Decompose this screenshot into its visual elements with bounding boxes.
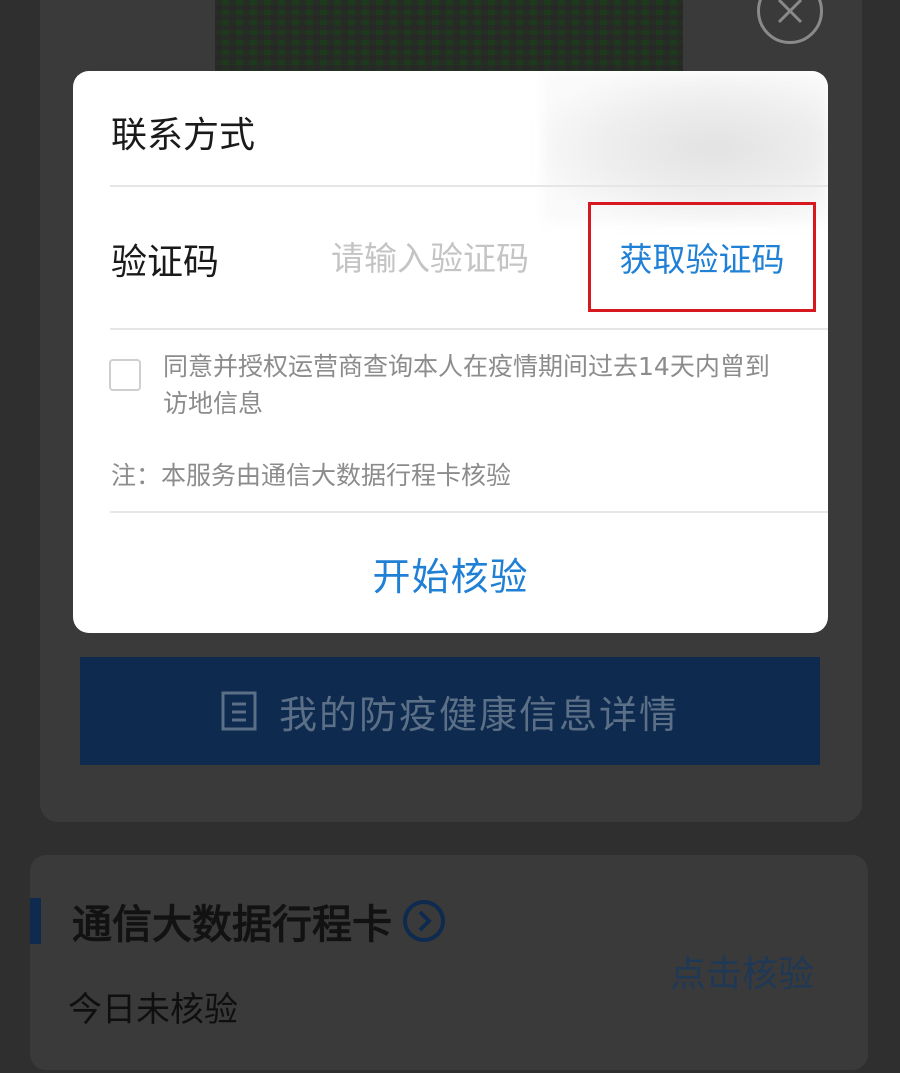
close-button[interactable]: [757, 0, 823, 44]
health-info-label: 我的防疫健康信息详情: [278, 692, 679, 737]
get-code-label: 获取验证码: [619, 240, 785, 279]
contact-value-blurred: [543, 73, 828, 223]
trip-card-title[interactable]: 通信大数据行程卡: [72, 893, 446, 949]
trip-verify-link[interactable]: 点击核验: [670, 945, 814, 997]
trip-card-accent-bar: [30, 898, 41, 944]
start-verification-button[interactable]: 开始核验: [73, 513, 828, 633]
health-info-button[interactable]: 我的防疫健康信息详情: [80, 657, 820, 765]
start-verification-label: 开始核验: [372, 554, 529, 599]
verification-dialog: 联系方式 验证码 获取验证码 同意并授权运营商查询本人在疫情期间过去14天内曾到…: [73, 71, 828, 633]
contact-label: 联系方式: [111, 115, 256, 156]
service-note: 注：本服务由通信大数据行程卡核验: [111, 461, 512, 490]
get-code-button[interactable]: 获取验证码: [588, 202, 816, 312]
document-icon: [221, 691, 257, 731]
trip-status: 今日未核验: [68, 990, 238, 1030]
verification-code-input[interactable]: [331, 232, 571, 284]
close-icon: [777, 0, 803, 24]
consent-checkbox[interactable]: [109, 359, 141, 391]
divider: [110, 328, 828, 330]
chevron-right-circle-icon: [403, 900, 445, 942]
trip-card-title-text: 通信大数据行程卡: [72, 902, 392, 948]
consent-text: 同意并授权运营商查询本人在疫情期间过去14天内曾到访地信息: [163, 352, 770, 418]
qr-code: [215, 0, 683, 72]
code-label: 验证码: [111, 242, 220, 283]
divider: [110, 185, 828, 187]
